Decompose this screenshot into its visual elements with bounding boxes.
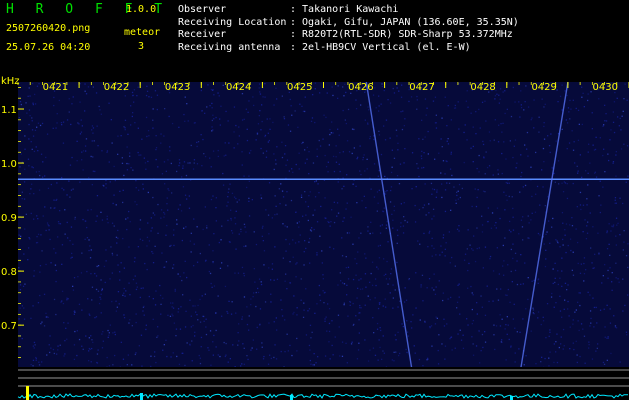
info-key: Observer (178, 4, 227, 15)
x-tick-label: 0424 (226, 82, 251, 93)
y-tick-label: 0.8 (1, 267, 17, 278)
info-key: Receiving antenna (178, 41, 281, 53)
x-tick-label: 0429 (531, 82, 556, 93)
info-value: : Takanori Kawachi (290, 4, 399, 15)
info-row-location: Receiving Location : Ogaki, Gifu, JAPAN … (178, 17, 519, 30)
x-tick-label: 0425 (287, 82, 312, 93)
y-tick-label: 1.0 (1, 159, 17, 170)
x-tick-label: 0421 (43, 82, 68, 93)
x-tick-label: 0426 (348, 82, 373, 93)
station-info: Observer : Takanori Kawachi Receiving Lo… (178, 4, 519, 54)
info-row-receiver: Receiver : R820T2(RTL-SDR) SDR-Sharp 53.… (178, 29, 519, 42)
y-tick-label: 0.7 (1, 321, 17, 332)
header-panel: H R O F F T 1.0.0 2507260420.png 25.07.2… (0, 0, 629, 72)
waterfall-area (18, 82, 629, 400)
info-value: : R820T2(RTL-SDR) SDR-Sharp 53.372MHz (290, 29, 513, 40)
y-unit-label: kHz (1, 76, 20, 87)
y-tick-label: 1.1 (1, 105, 17, 116)
level-spike (290, 395, 293, 400)
info-key: Receiving Location (178, 16, 287, 28)
x-tick-label: 0428 (470, 82, 495, 93)
meteor-count: 3 (138, 41, 145, 52)
app-version: 1.0.0 (126, 4, 157, 15)
level-spike (26, 386, 29, 400)
x-tick-label: 0430 (593, 82, 618, 93)
level-spike (140, 393, 143, 400)
info-value: : 2el-HB9CV Vertical (el. E-W) (290, 41, 471, 53)
x-tick-label: 0423 (165, 82, 190, 93)
spectrogram-svg: 0421 0422 0423 0424 0425 0426 0427 0428 0429 0430… (0, 72, 629, 400)
x-tick-label: 0427 (409, 82, 434, 93)
info-row-antenna: Receiving antenna : 2el-HB9CV Vertical (… (178, 42, 519, 55)
filename: 2507260420.png (6, 23, 91, 34)
meteor-label: meteor (124, 27, 161, 38)
spectrogram-plot: 0421 0422 0423 0424 0425 0426 0427 0428 0429 0430… (0, 72, 629, 400)
info-row-observer: Observer : Takanori Kawachi (178, 4, 519, 17)
info-value: : Ogaki, Gifu, JAPAN (136.60E, 35.35N) (290, 16, 519, 28)
info-key: Receiver (178, 29, 227, 40)
y-tick-label: 0.9 (1, 213, 17, 224)
level-spike (510, 396, 513, 400)
signal-level-strip (0, 367, 629, 400)
x-tick-label: 0422 (104, 82, 129, 93)
date-time: 25.07.26 04:20 (6, 42, 91, 53)
